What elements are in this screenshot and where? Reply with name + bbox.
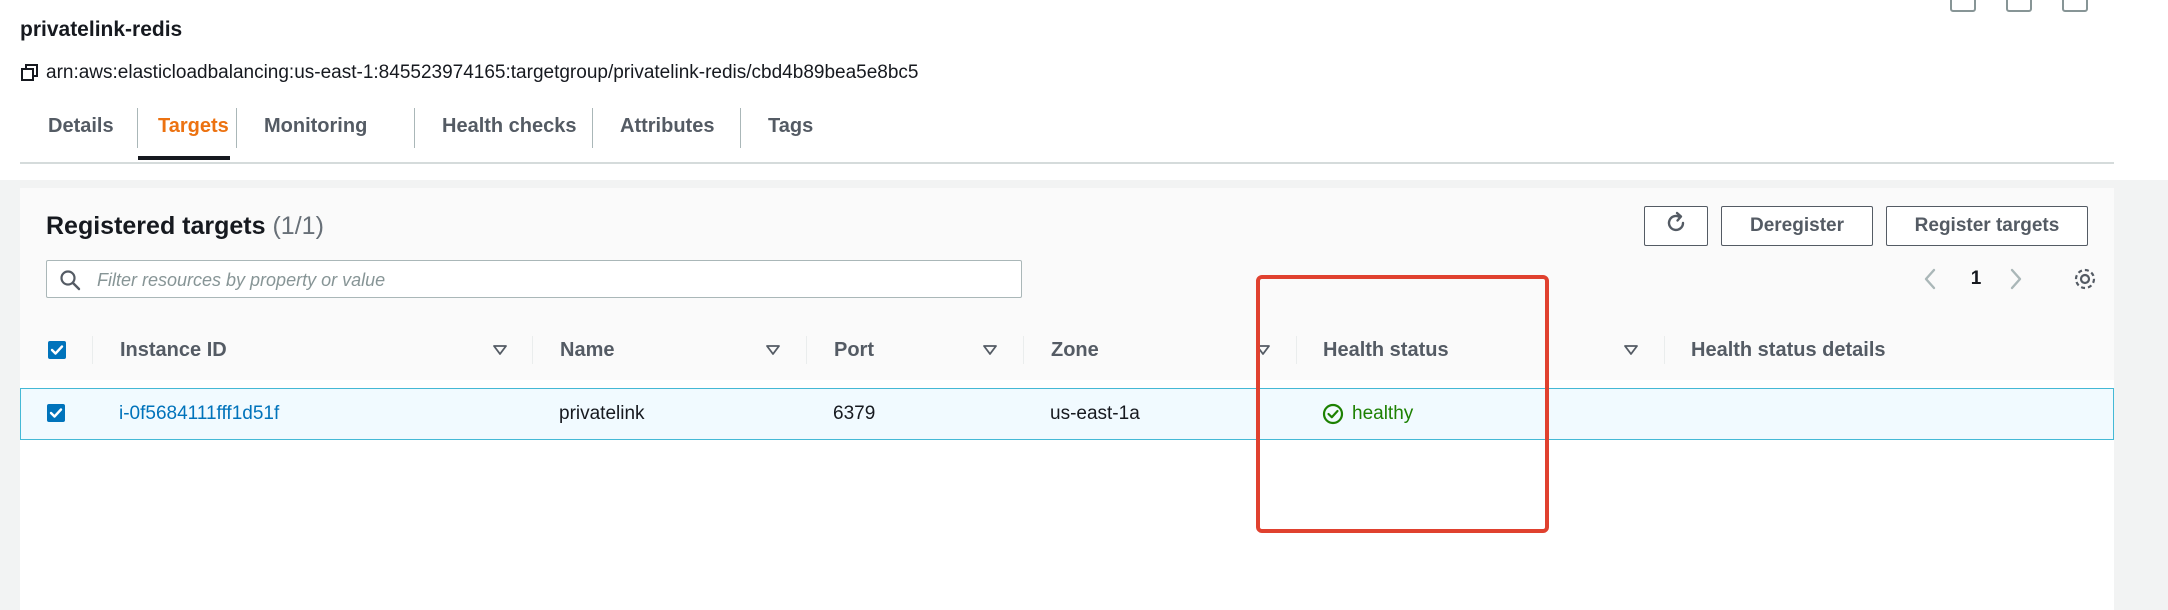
column-separator [1664,336,1665,364]
panel-header: Registered targets (1/1) Deregister Regi… [20,188,2114,320]
tab-targets[interactable]: Targets [138,104,230,160]
corner-toolbar [1950,0,2088,12]
column-separator [806,336,807,364]
target-port: 6379 [833,403,876,424]
table-row[interactable]: i-0f5684111fff1d51f privatelink 6379 us-… [20,388,2114,440]
page-title: privatelink-redis [20,18,183,41]
toolbar-icon-3[interactable] [2062,0,2088,12]
column-separator [92,336,93,364]
row-checkbox[interactable] [47,404,65,422]
annotation-highlight-box [1256,275,1549,533]
refresh-icon [1663,210,1689,242]
tab-bar: Details Targets Monitoring Health checks… [20,104,2114,164]
filter-box [46,260,1022,299]
column-name[interactable]: Name [560,320,614,380]
sort-icon[interactable] [765,342,781,358]
instance-id-link[interactable]: i-0f5684111fff1d51f [119,389,279,439]
toolbar-icon-2[interactable] [2006,0,2032,12]
column-health-status-details[interactable]: Health status details [1691,320,1886,380]
sort-icon[interactable] [982,342,998,358]
chevron-left-icon[interactable] [1920,266,1942,292]
target-zone: us-east-1a [1050,403,1140,424]
sort-icon[interactable] [492,342,508,358]
column-separator [1023,336,1024,364]
select-all-checkbox[interactable] [48,341,66,359]
filter-input[interactable] [95,261,999,299]
refresh-button[interactable] [1644,206,1708,246]
arn-row: arn:aws:elasticloadbalancing:us-east-1:8… [20,62,919,84]
tab-tags[interactable]: Tags [740,104,841,160]
sort-icon[interactable] [1623,342,1639,358]
toolbar-icon-1[interactable] [1950,0,1976,12]
copy-icon[interactable] [20,63,40,83]
chevron-right-icon[interactable] [2004,266,2026,292]
gear-icon[interactable] [2072,266,2098,292]
table-header: Instance ID Name Port Zone Health status… [20,320,2114,380]
register-targets-button[interactable]: Register targets [1886,206,2088,246]
column-port[interactable]: Port [834,320,874,380]
arn-text: arn:aws:elasticloadbalancing:us-east-1:8… [46,62,919,83]
target-name: privatelink [559,403,645,424]
tab-health-checks[interactable]: Health checks [414,104,605,160]
page-number[interactable]: 1 [1964,266,1988,292]
column-instance-id[interactable]: Instance ID [120,320,227,380]
panel-title: Registered targets (1/1) [46,212,324,241]
search-icon [59,269,81,291]
tab-details[interactable]: Details [20,104,142,160]
deregister-button[interactable]: Deregister [1721,206,1873,246]
column-separator [532,336,533,364]
registered-targets-panel: Registered targets (1/1) Deregister Regi… [20,188,2114,610]
column-zone[interactable]: Zone [1051,320,1099,380]
panel-title-text: Registered targets [46,212,266,240]
target-count: (1/1) [272,212,324,240]
tab-monitoring[interactable]: Monitoring [236,104,395,160]
tab-attributes[interactable]: Attributes [592,104,742,160]
